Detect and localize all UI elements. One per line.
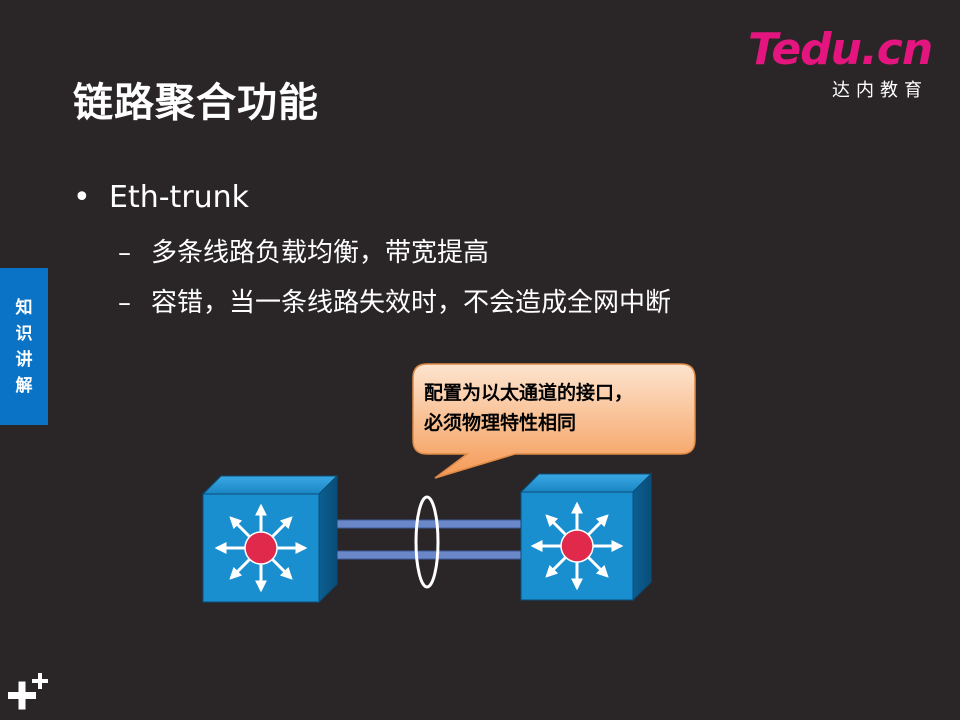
bullet-marker: • <box>73 180 91 215</box>
slide-title: 链路聚合功能 <box>73 80 319 126</box>
network-diagram <box>201 472 653 604</box>
plus-plus-icon <box>8 673 48 710</box>
side-tab-char: 识 <box>15 323 33 344</box>
bullet-text: Eth-trunk <box>109 180 250 215</box>
side-tab-char: 知 <box>15 297 33 318</box>
logo-t: T <box>748 24 772 75</box>
logo-subtitle: 达内教育 <box>832 80 928 101</box>
callout-text: 配置为以太通道的接口， 必须物理特性相同 <box>424 378 694 438</box>
sub-bullet-text: 多条线路负载均衡，带宽提高 <box>151 238 490 268</box>
callout-line: 必须物理特性相同 <box>424 412 577 434</box>
side-tab-char: 讲 <box>15 349 33 370</box>
sub-bullet-item: – 多条线路负载均衡，带宽提高 <box>118 232 489 269</box>
bullet-item: • Eth-trunk <box>73 180 249 215</box>
link-line <box>330 519 522 529</box>
sub-bullet-text: 容错，当一条线路失效时，不会造成全网中断 <box>151 288 672 318</box>
logo-cn: cn <box>876 24 933 75</box>
sub-bullet-marker: – <box>118 238 131 268</box>
sub-bullet-marker: – <box>118 288 131 318</box>
layer3-switch-icon <box>201 474 339 604</box>
sub-bullet-item: – 容错，当一条线路失效时，不会造成全网中断 <box>118 282 671 319</box>
link-line <box>330 550 522 560</box>
trunk-links <box>330 519 522 560</box>
slide: Tedu.cn 达内教育 链路聚合功能 知 识 讲 解 • Eth-trunk –… <box>0 0 960 720</box>
logo-wordmark: Tedu.cn <box>748 24 933 76</box>
logo-dot: . <box>861 24 878 75</box>
layer3-switch-icon <box>519 472 653 602</box>
logo-edu: edu <box>771 24 862 75</box>
callout-line: 配置为以太通道的接口， <box>424 382 634 404</box>
side-tab: 知 识 讲 解 <box>0 268 48 425</box>
side-tab-char: 解 <box>15 375 33 396</box>
tedu-logo: Tedu.cn 达内教育 <box>748 24 938 104</box>
ellipse-bundle-icon <box>414 495 440 589</box>
